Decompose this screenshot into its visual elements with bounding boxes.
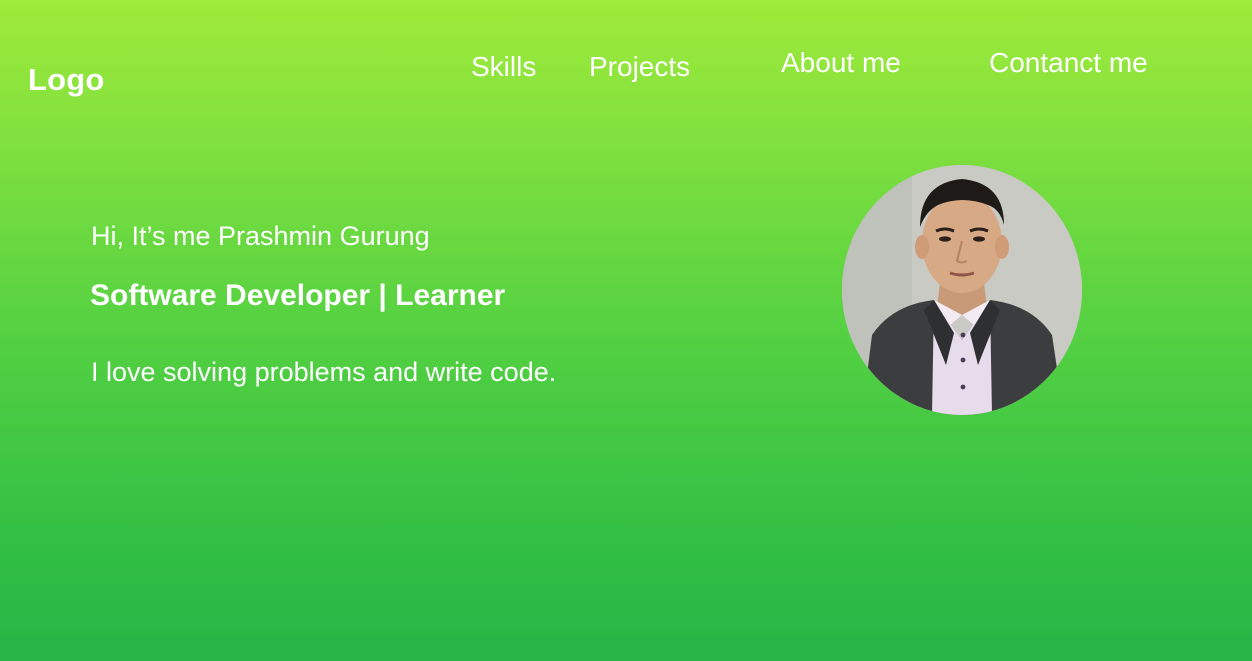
- nav-link-contact[interactable]: Contanct me: [989, 47, 1148, 79]
- hero-greeting: Hi, It’s me Prashmin Gurung: [91, 221, 430, 251]
- hero-tagline: I love solving problems and write code.: [91, 357, 557, 387]
- hero-role: Software Developer | Learner: [90, 279, 506, 312]
- portrait-image: [842, 165, 1082, 415]
- profile-photo: [842, 165, 1082, 415]
- nav-link-projects[interactable]: Projects: [589, 51, 690, 83]
- nav-link-skills[interactable]: Skills: [471, 51, 536, 83]
- nav-link-about[interactable]: About me: [781, 47, 901, 79]
- logo[interactable]: Logo: [28, 62, 105, 98]
